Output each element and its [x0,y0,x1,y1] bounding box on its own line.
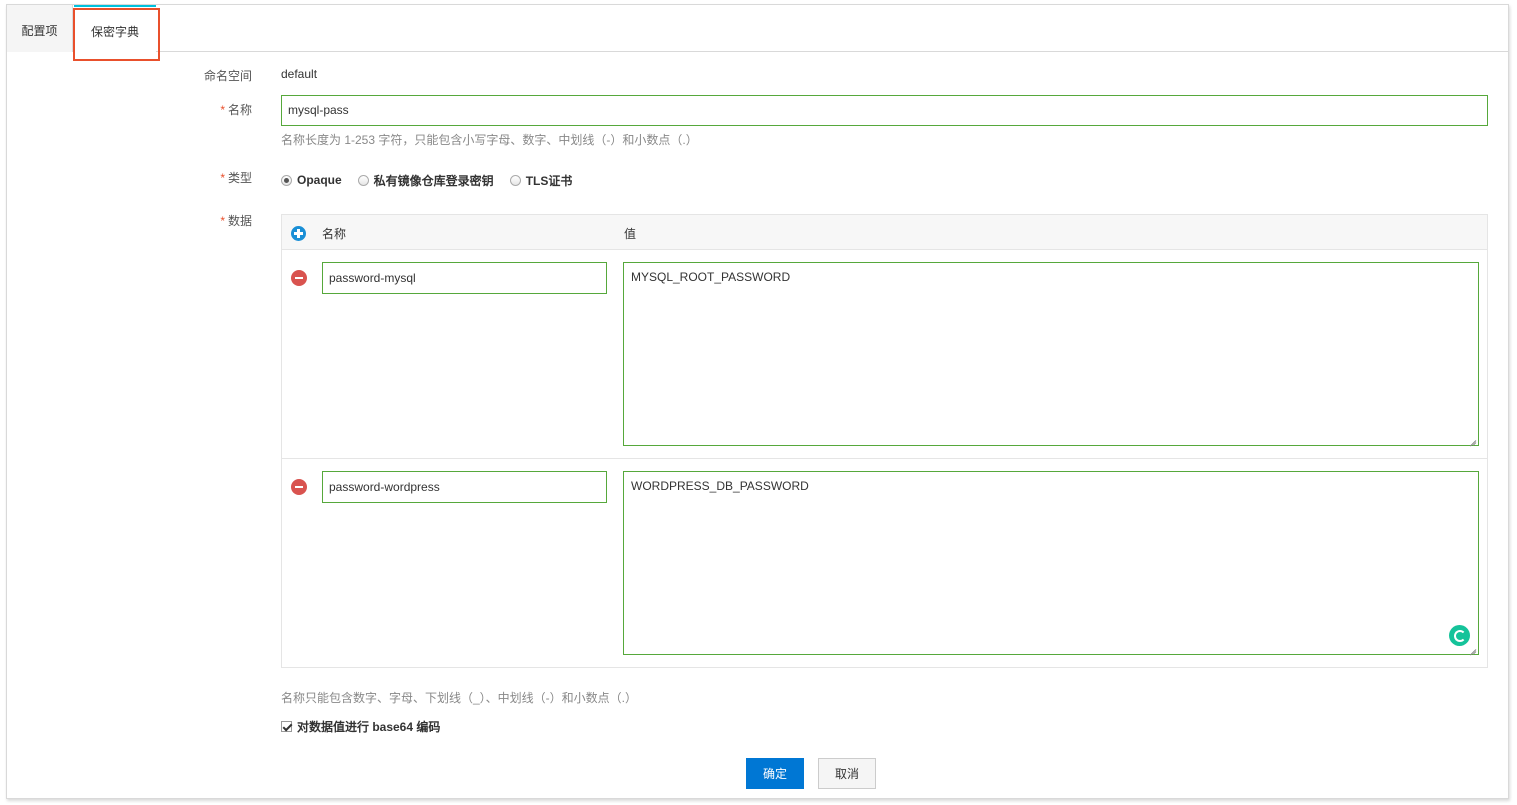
required-marker: * [220,214,225,228]
base64-option[interactable]: 对数据值进行 base64 编码 [281,718,440,735]
data-label: * 数据 [220,214,252,228]
add-icon[interactable] [291,226,306,241]
type-radio-group: Opaque 私有镜像仓库登录密钥 TLS证书 [281,171,588,189]
radio-dot-icon[interactable] [509,174,521,186]
column-header-name: 名称 [322,227,347,241]
data-value-textarea[interactable]: MYSQL_ROOT_PASSWORD [623,262,1479,446]
resize-grip-icon[interactable] [1469,436,1477,444]
grammarly-icon[interactable] [1449,625,1470,646]
data-row: password-wordpress WORDPRESS_DB_PASSWORD [282,459,1487,668]
tab-config-items[interactable]: 配置项 [7,5,73,52]
data-key-input[interactable]: password-wordpress [322,471,607,503]
namespace-value: default [281,67,318,81]
data-hint: 名称只能包含数字、字母、下划线（_）、中划线（-）和小数点（.） [281,691,638,705]
base64-label: 对数据值进行 base64 编码 [297,720,441,734]
required-marker: * [220,103,225,117]
radio-tls-cert[interactable]: TLS证书 [509,172,572,189]
data-table: 名称 值 password-mysql MYSQL_ROOT_PASSWORD … [281,214,1488,668]
required-marker: * [220,171,225,185]
base64-checkbox[interactable] [281,721,292,732]
radio-dot-icon[interactable] [357,174,369,186]
confirm-button[interactable]: 确定 [746,758,804,789]
remove-icon[interactable] [291,479,307,495]
cancel-button[interactable]: 取消 [818,758,876,789]
column-header-value: 值 [624,227,637,241]
radio-registry-secret[interactable]: 私有镜像仓库登录密钥 [357,172,494,189]
data-key-input[interactable]: password-mysql [322,262,607,294]
data-value-textarea[interactable]: WORDPRESS_DB_PASSWORD [623,471,1479,655]
tab-bar: 配置项 保密字典 [7,5,1508,53]
data-row: password-mysql MYSQL_ROOT_PASSWORD [282,250,1487,459]
name-hint: 名称长度为 1-253 字符，只能包含小写字母、数字、中划线（-）和小数点（.） [281,133,698,147]
remove-icon[interactable] [291,270,307,286]
type-label: * 类型 [220,171,252,185]
name-input[interactable]: mysql-pass [281,95,1488,126]
namespace-label: 命名空间 [203,69,252,83]
radio-dot-icon[interactable] [281,174,292,186]
data-table-header: 名称 值 [282,215,1487,250]
radio-opaque[interactable]: Opaque [281,173,342,187]
name-label: * 名称 [220,103,252,117]
resize-grip-icon[interactable] [1469,645,1477,653]
secret-form-panel: 配置项 保密字典 命名空间 default * 名称 mysql-pass 名称长… [6,4,1509,799]
tab-secrets[interactable]: 保密字典 [74,5,156,53]
